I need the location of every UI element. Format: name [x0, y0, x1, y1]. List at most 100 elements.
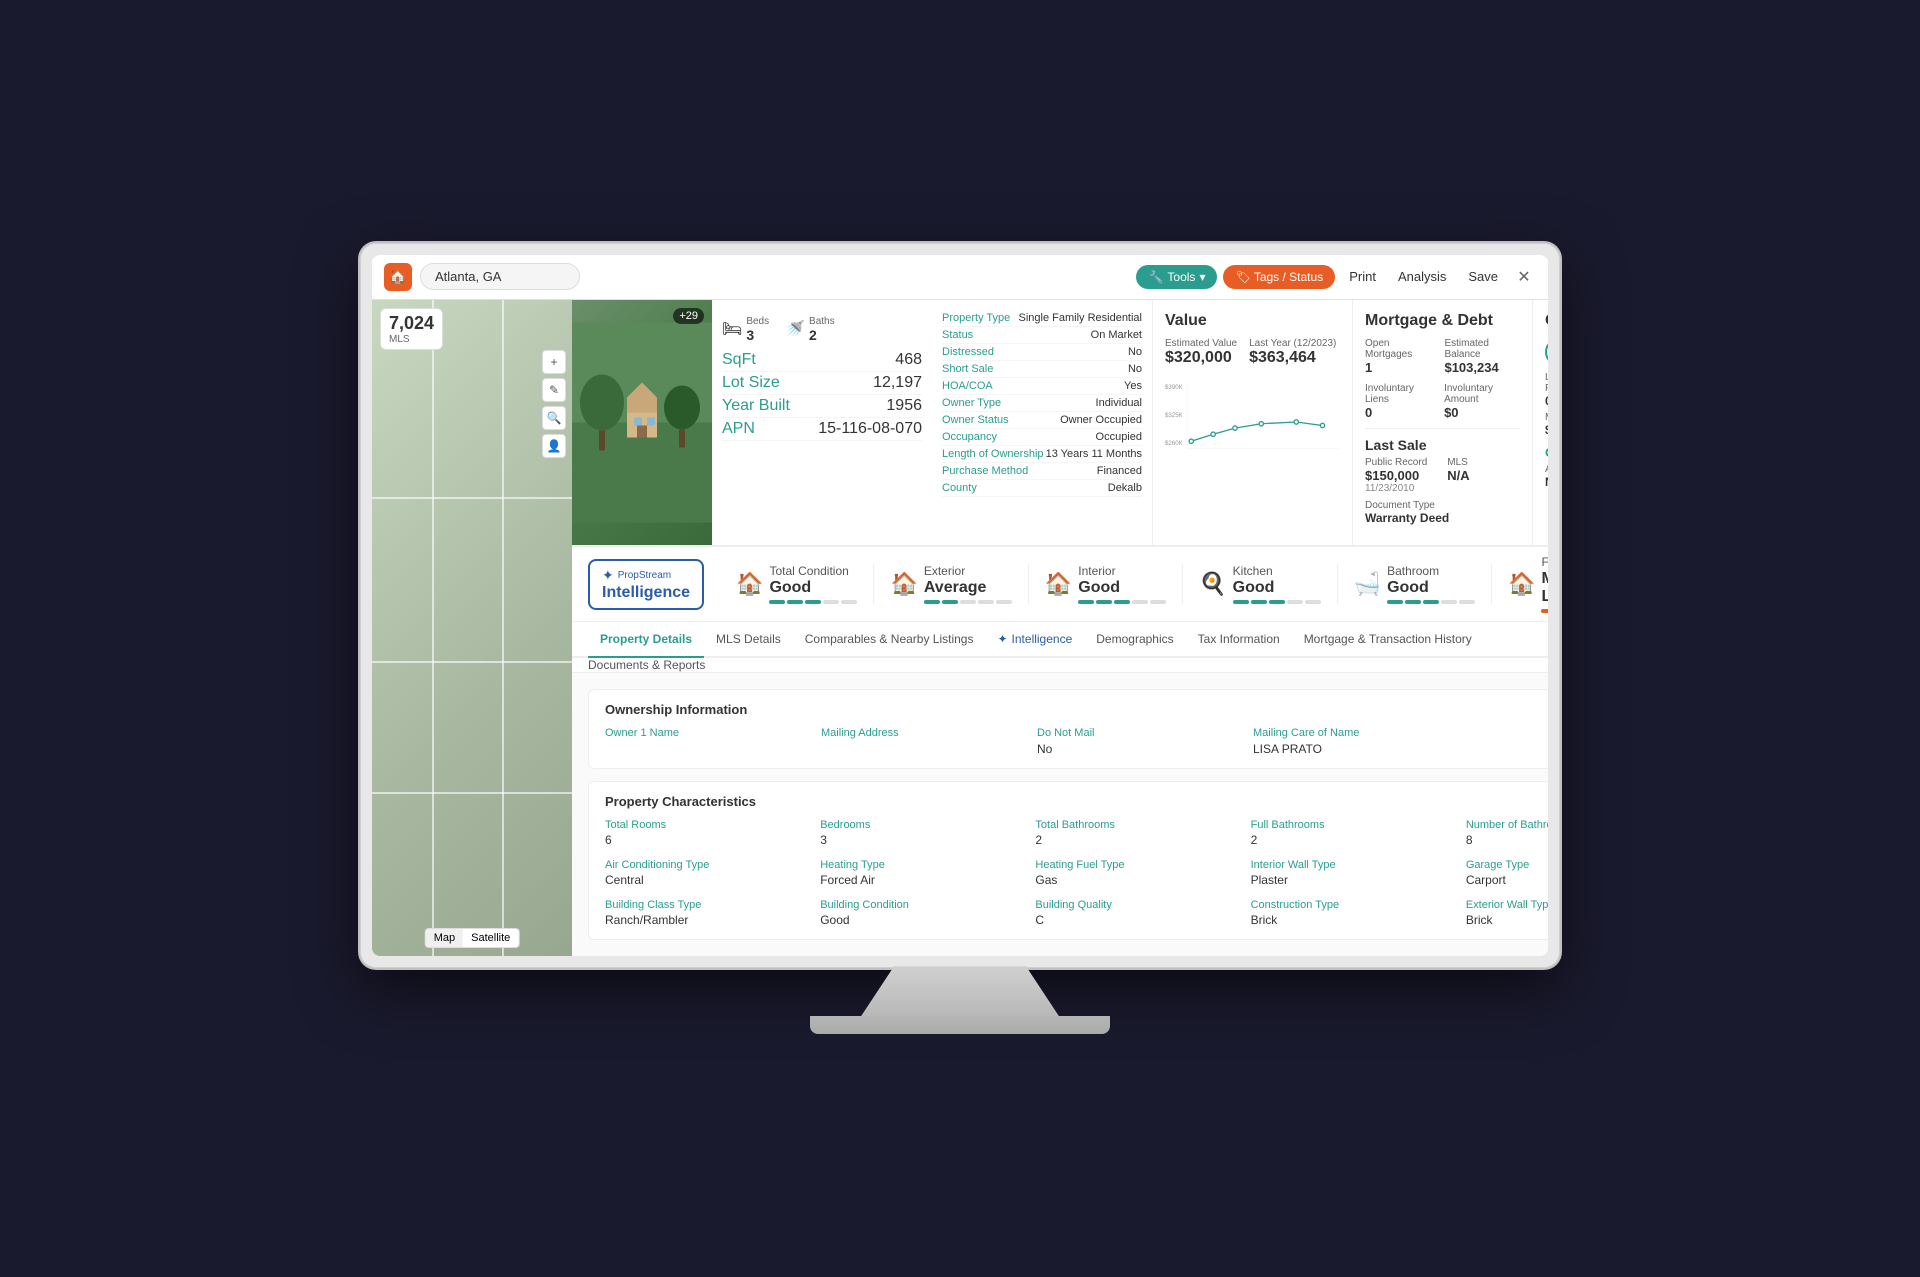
lot-size-row: Lot Size 12,197: [722, 372, 922, 395]
interior-icon: 🏠: [1045, 571, 1072, 597]
bathroom-fixtures: Number of Bathroom Fixtures 8: [1466, 819, 1548, 847]
person-icon[interactable]: 👤: [542, 434, 566, 458]
equity-row: ◎ Equity (est.) $216,766 68% High: [1545, 338, 1548, 366]
toolbar-buttons: 🔧 Tools ▾ 🏷 Tags / Status Print Analysis…: [1136, 264, 1536, 289]
zoom-in-button[interactable]: +: [542, 350, 566, 374]
svg-text:$325K: $325K: [1165, 411, 1183, 418]
opportunity-section: Opportunity ◎ Equity (est.) $216,766 68%…: [1532, 300, 1548, 545]
owner-name-item: Owner 1 Name: [605, 727, 805, 756]
main-content: 7,024 MLS + ✎ 🔍 👤 Map Satellite: [372, 300, 1548, 957]
kitchen-icon: 🍳: [1199, 571, 1226, 597]
liens-row: Involuntary Liens 0 Involuntary Amount $…: [1365, 383, 1520, 420]
total-condition-icon: 🏠: [736, 571, 763, 597]
full-bathrooms: Full Bathrooms 2: [1251, 819, 1454, 847]
heating-fuel: Heating Fuel Type Gas: [1035, 859, 1238, 887]
tab-mortgage-history[interactable]: Mortgage & Transaction History: [1292, 622, 1484, 658]
property-type-row: Property Type Single Family Residential: [942, 310, 1142, 327]
exterior-icon: 🏠: [890, 571, 917, 597]
estimated-balance: Estimated Balance $103,234: [1444, 338, 1520, 375]
do-not-mail-item: Do Not Mail No: [1037, 727, 1237, 756]
bed-icon: 🛏: [722, 319, 742, 339]
bathroom-condition-block: 🛁 Bathroom Good: [1338, 564, 1492, 605]
tabs-bar: Property Details MLS Details Comparables…: [572, 622, 1548, 658]
involuntary-liens: Involuntary Liens 0: [1365, 383, 1432, 420]
beds-item: 🛏 Beds 3: [722, 316, 769, 343]
tags-button[interactable]: 🏷 Tags / Status: [1223, 265, 1335, 289]
beds-baths: 🛏 Beds 3 🚿 Baths: [722, 310, 922, 349]
heating-type: Heating Type Forced Air: [820, 859, 1023, 887]
mls-sale: MLS N/A: [1447, 457, 1469, 494]
intelligence-bar: ✦ PropStream Intelligence 🏠 Total Condit…: [572, 546, 1548, 623]
analysis-button[interactable]: Analysis: [1390, 264, 1454, 289]
kitchen-condition-bar: [1233, 600, 1321, 604]
hoa-row: HOA/COA Yes: [942, 378, 1142, 395]
value-section: Value Estimated Value $320,000 Last Year…: [1152, 300, 1352, 545]
baths-item: 🚿 Baths 2: [785, 316, 835, 343]
owner-status-row: Owner Status Owner Occupied: [942, 412, 1142, 429]
last-sale-section: Last Sale Public Record $150,000 11/23/2…: [1365, 428, 1520, 533]
foreclosure-block: 🏠 Foreclosure Factor Medium Low 38%: [1492, 555, 1548, 614]
ownership-grid: Owner 1 Name Mailing Address Do Not Mail: [605, 727, 1548, 756]
search-icon[interactable]: 🔍: [542, 406, 566, 430]
exterior-wall-type: Exterior Wall Type Brick: [1466, 899, 1548, 927]
exterior-condition-bar: [924, 600, 1012, 604]
monitor-screen: 🏠 Atlanta, GA 🔧 Tools ▾ 🏷 Tags / Status …: [360, 243, 1560, 969]
map-background: 7,024 MLS + ✎ 🔍 👤 Map Satellite: [372, 300, 572, 957]
opportunity-grid: Linked Properties 0 Est. Wholesale Price…: [1545, 372, 1548, 437]
occupancy-row: Occupancy Occupied: [942, 429, 1142, 446]
value-row: Estimated Value $320,000 Last Year (12/2…: [1165, 338, 1340, 367]
interior-condition-block: 🏠 Interior Good: [1029, 564, 1183, 605]
print-button[interactable]: Print: [1341, 264, 1384, 289]
map-satellite-toggle: Map Satellite: [425, 928, 520, 948]
tab-demographics[interactable]: Demographics: [1084, 622, 1185, 658]
owner-type-row: Owner Type Individual: [942, 395, 1142, 412]
bedrooms-char: Bedrooms 3: [820, 819, 1023, 847]
monthly-rent: Monthly Rent $1,999: [1545, 412, 1548, 437]
estimated-value-item: Estimated Value $320,000: [1165, 338, 1237, 367]
pencil-icon[interactable]: ✎: [542, 378, 566, 402]
total-rooms: Total Rooms 6: [605, 819, 808, 847]
property-type-fields: Property Type Single Family Residential …: [932, 300, 1152, 545]
involuntary-amount: Involuntary Amount $0: [1444, 383, 1520, 420]
bath-icon: 🚿: [785, 319, 805, 339]
ac-type: Air Conditioning Type Central: [605, 859, 808, 887]
status-row: Status On Market: [942, 327, 1142, 344]
svg-text:$260K: $260K: [1165, 439, 1183, 446]
total-condition-bar: [769, 600, 857, 604]
sqft-row: SqFt 468: [722, 349, 922, 372]
construction-type: Construction Type Brick: [1251, 899, 1454, 927]
interior-wall-type: Interior Wall Type Plaster: [1251, 859, 1454, 887]
chevron-down-icon: ▾: [1199, 270, 1205, 284]
app-logo: 🏠: [384, 263, 412, 291]
property-top: +29 🛏 Beds 3: [572, 300, 1548, 546]
property-image: +29: [572, 300, 712, 545]
content-area: Ownership Information Owner 1 Name Maili…: [572, 673, 1548, 956]
map-tab[interactable]: Map: [426, 929, 463, 947]
tools-button[interactable]: 🔧 Tools ▾: [1136, 265, 1217, 289]
bathroom-condition-bar: [1387, 600, 1475, 604]
image-count-badge: +29: [673, 308, 704, 324]
save-button[interactable]: Save: [1460, 264, 1506, 289]
year-built-row: Year Built 1956: [722, 395, 922, 418]
monitor-stand: [850, 966, 1070, 1016]
ownership-section: Ownership Information Owner 1 Name Maili…: [588, 689, 1548, 769]
propstream-star-icon: ✦: [602, 567, 614, 584]
foreclosure-icon: 🏠: [1508, 571, 1535, 597]
tab-comparables[interactable]: Comparables & Nearby Listings: [793, 622, 986, 658]
ownership-length-row: Length of Ownership 13 Years 11 Months: [942, 446, 1142, 463]
tools-icon: 🔧: [1148, 270, 1163, 284]
mortgages-row: Open Mortgages 1 Estimated Balance $103,…: [1365, 338, 1520, 375]
building-quality: Building Quality C: [1035, 899, 1238, 927]
close-button[interactable]: ✕: [1512, 265, 1536, 289]
foreclosure-bar: [1541, 609, 1548, 613]
mailing-address-item: Mailing Address: [821, 727, 1021, 756]
chars-grid: Total Rooms 6 Bedrooms 3 Total Bathrooms…: [605, 819, 1548, 927]
kitchen-condition-block: 🍳 Kitchen Good: [1183, 564, 1337, 605]
location-search[interactable]: Atlanta, GA: [420, 263, 580, 290]
tab-intelligence[interactable]: ✦ Intelligence: [985, 622, 1084, 658]
total-condition-block: 🏠 Total Condition Good: [720, 564, 874, 605]
satellite-tab[interactable]: Satellite: [463, 929, 518, 947]
exterior-condition-block: 🏠 Exterior Average: [874, 564, 1028, 605]
tab-mls-details[interactable]: MLS Details: [704, 622, 793, 658]
tab-tax-info[interactable]: Tax Information: [1186, 622, 1292, 658]
